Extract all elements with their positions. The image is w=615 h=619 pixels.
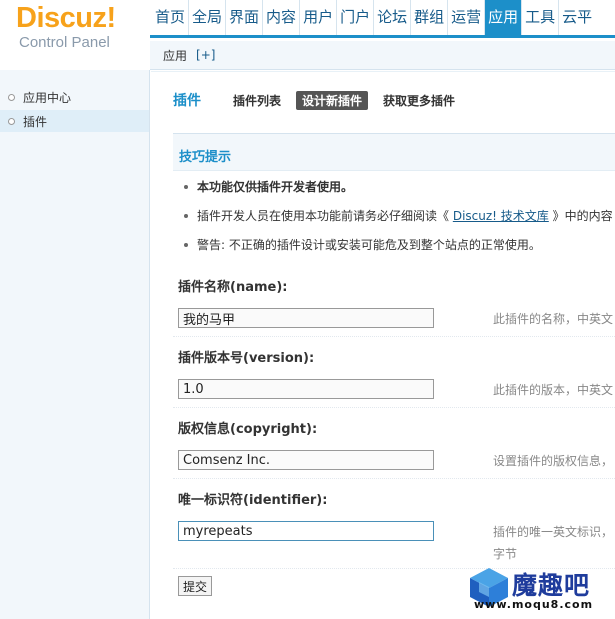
field-label: 插件名称(name): [178,280,288,295]
logo-subtitle: Control Panel [19,34,110,51]
nav-item-apps[interactable]: 应用 [484,0,522,35]
tab-design-plugin[interactable]: 设计新插件 [296,90,369,110]
sidebar: 应用中心 插件 [0,70,150,619]
field-hint: 此插件的版本，中英文 [493,383,614,397]
tip-item: 警告: 不正确的插件设计或安装可能危及到整个站点的正常使用。 [179,234,615,263]
sidebar-item-label: 插件 [23,114,48,129]
tip-text: 》中的内容 [548,209,613,223]
top-nav: 首页 全局 界面 内容 用户 门户 论坛 群组 运营 应用 工具 云平 [150,0,615,38]
tips-list: 本功能仅供插件开发者使用。 插件开发人员在使用本功能前请务必仔细阅读《 Disc… [179,176,615,263]
nav-item-user[interactable]: 用户 [299,0,336,35]
nav-item-forum[interactable]: 论坛 [373,0,410,35]
breadcrumb-label: 应用 [163,48,188,63]
tab-plugin-list[interactable]: 插件列表 [227,91,287,110]
form-row-identifier: 唯一标识符(identifier): 插件的唯一英文标识， 字节 [173,479,615,569]
form-row-name: 插件名称(name): 此插件的名称，中英文 [173,266,615,337]
tips-title: 技巧提示 [179,150,232,165]
sidebar-item-plugins[interactable]: 插件 [0,110,149,132]
submit-button[interactable]: 提交 [178,576,213,596]
sidebar-item-app-center[interactable]: 应用中心 [0,86,149,108]
tips-header: 技巧提示 [173,133,615,171]
nav-item-cloud[interactable]: 云平 [558,0,595,35]
bullet-icon [8,117,15,125]
nav-item-style[interactable]: 界面 [225,0,262,35]
watermark: 魔趣吧 www.moqu8.com [468,566,615,619]
nav-item-operation[interactable]: 运营 [447,0,484,35]
field-hint: 此插件的名称，中英文 [493,312,614,326]
nav-item-home[interactable]: 首页 [152,0,188,35]
nav-item-portal[interactable]: 门户 [336,0,373,35]
plugin-name-input[interactable] [178,308,434,328]
tip-item: 插件开发人员在使用本功能前请务必仔细阅读《 Discuz! 技术文库 》中的内容 [179,205,615,234]
page-header: 插件 插件列表 设计新插件 获取更多插件 [173,90,470,110]
bullet-icon [8,93,15,101]
sidebar-item-label: 应用中心 [23,90,72,105]
field-label: 唯一标识符(identifier): [178,493,328,508]
watermark-text: 魔趣吧 [512,571,591,600]
nav-item-content[interactable]: 内容 [262,0,299,35]
plugin-identifier-input[interactable] [178,521,434,541]
field-label: 插件版本号(version): [178,351,315,366]
field-hint: 插件的唯一英文标识， [493,525,614,539]
form-row-version: 插件版本号(version): 此插件的版本，中英文 [173,337,615,408]
watermark-url: www.moqu8.com [474,598,594,611]
tab-get-more-plugins[interactable]: 获取更多插件 [377,91,461,110]
nav-item-group[interactable]: 群组 [410,0,447,35]
tech-docs-link[interactable]: Discuz! 技术文库 [453,209,549,223]
nav-item-global[interactable]: 全局 [188,0,225,35]
add-menu-button[interactable]: [+] [196,48,215,62]
logo-text: Discuz! [16,2,116,34]
tip-text: 插件开发人员在使用本功能前请务必仔细阅读《 [197,209,453,223]
field-hint: 字节 [493,547,518,561]
page-title: 插件 [173,93,201,109]
main-content: 插件 插件列表 设计新插件 获取更多插件 技巧提示 本功能仅供插件开发者使用。 … [151,71,615,619]
field-label: 版权信息(copyright): [178,422,318,437]
nav-item-tools[interactable]: 工具 [521,0,558,35]
plugin-version-input[interactable] [178,379,434,399]
plugin-form: 插件名称(name): 此插件的名称，中英文 插件版本号(version): 此… [173,266,615,569]
logo[interactable]: Discuz! Control Panel [0,0,150,66]
tip-item: 本功能仅供插件开发者使用。 [179,176,615,205]
field-hint: 设置插件的版权信息， [493,454,614,468]
plugin-copyright-input[interactable] [178,450,434,470]
breadcrumb: 应用 [+] [150,41,615,70]
form-row-copyright: 版权信息(copyright): 设置插件的版权信息， [173,408,615,479]
